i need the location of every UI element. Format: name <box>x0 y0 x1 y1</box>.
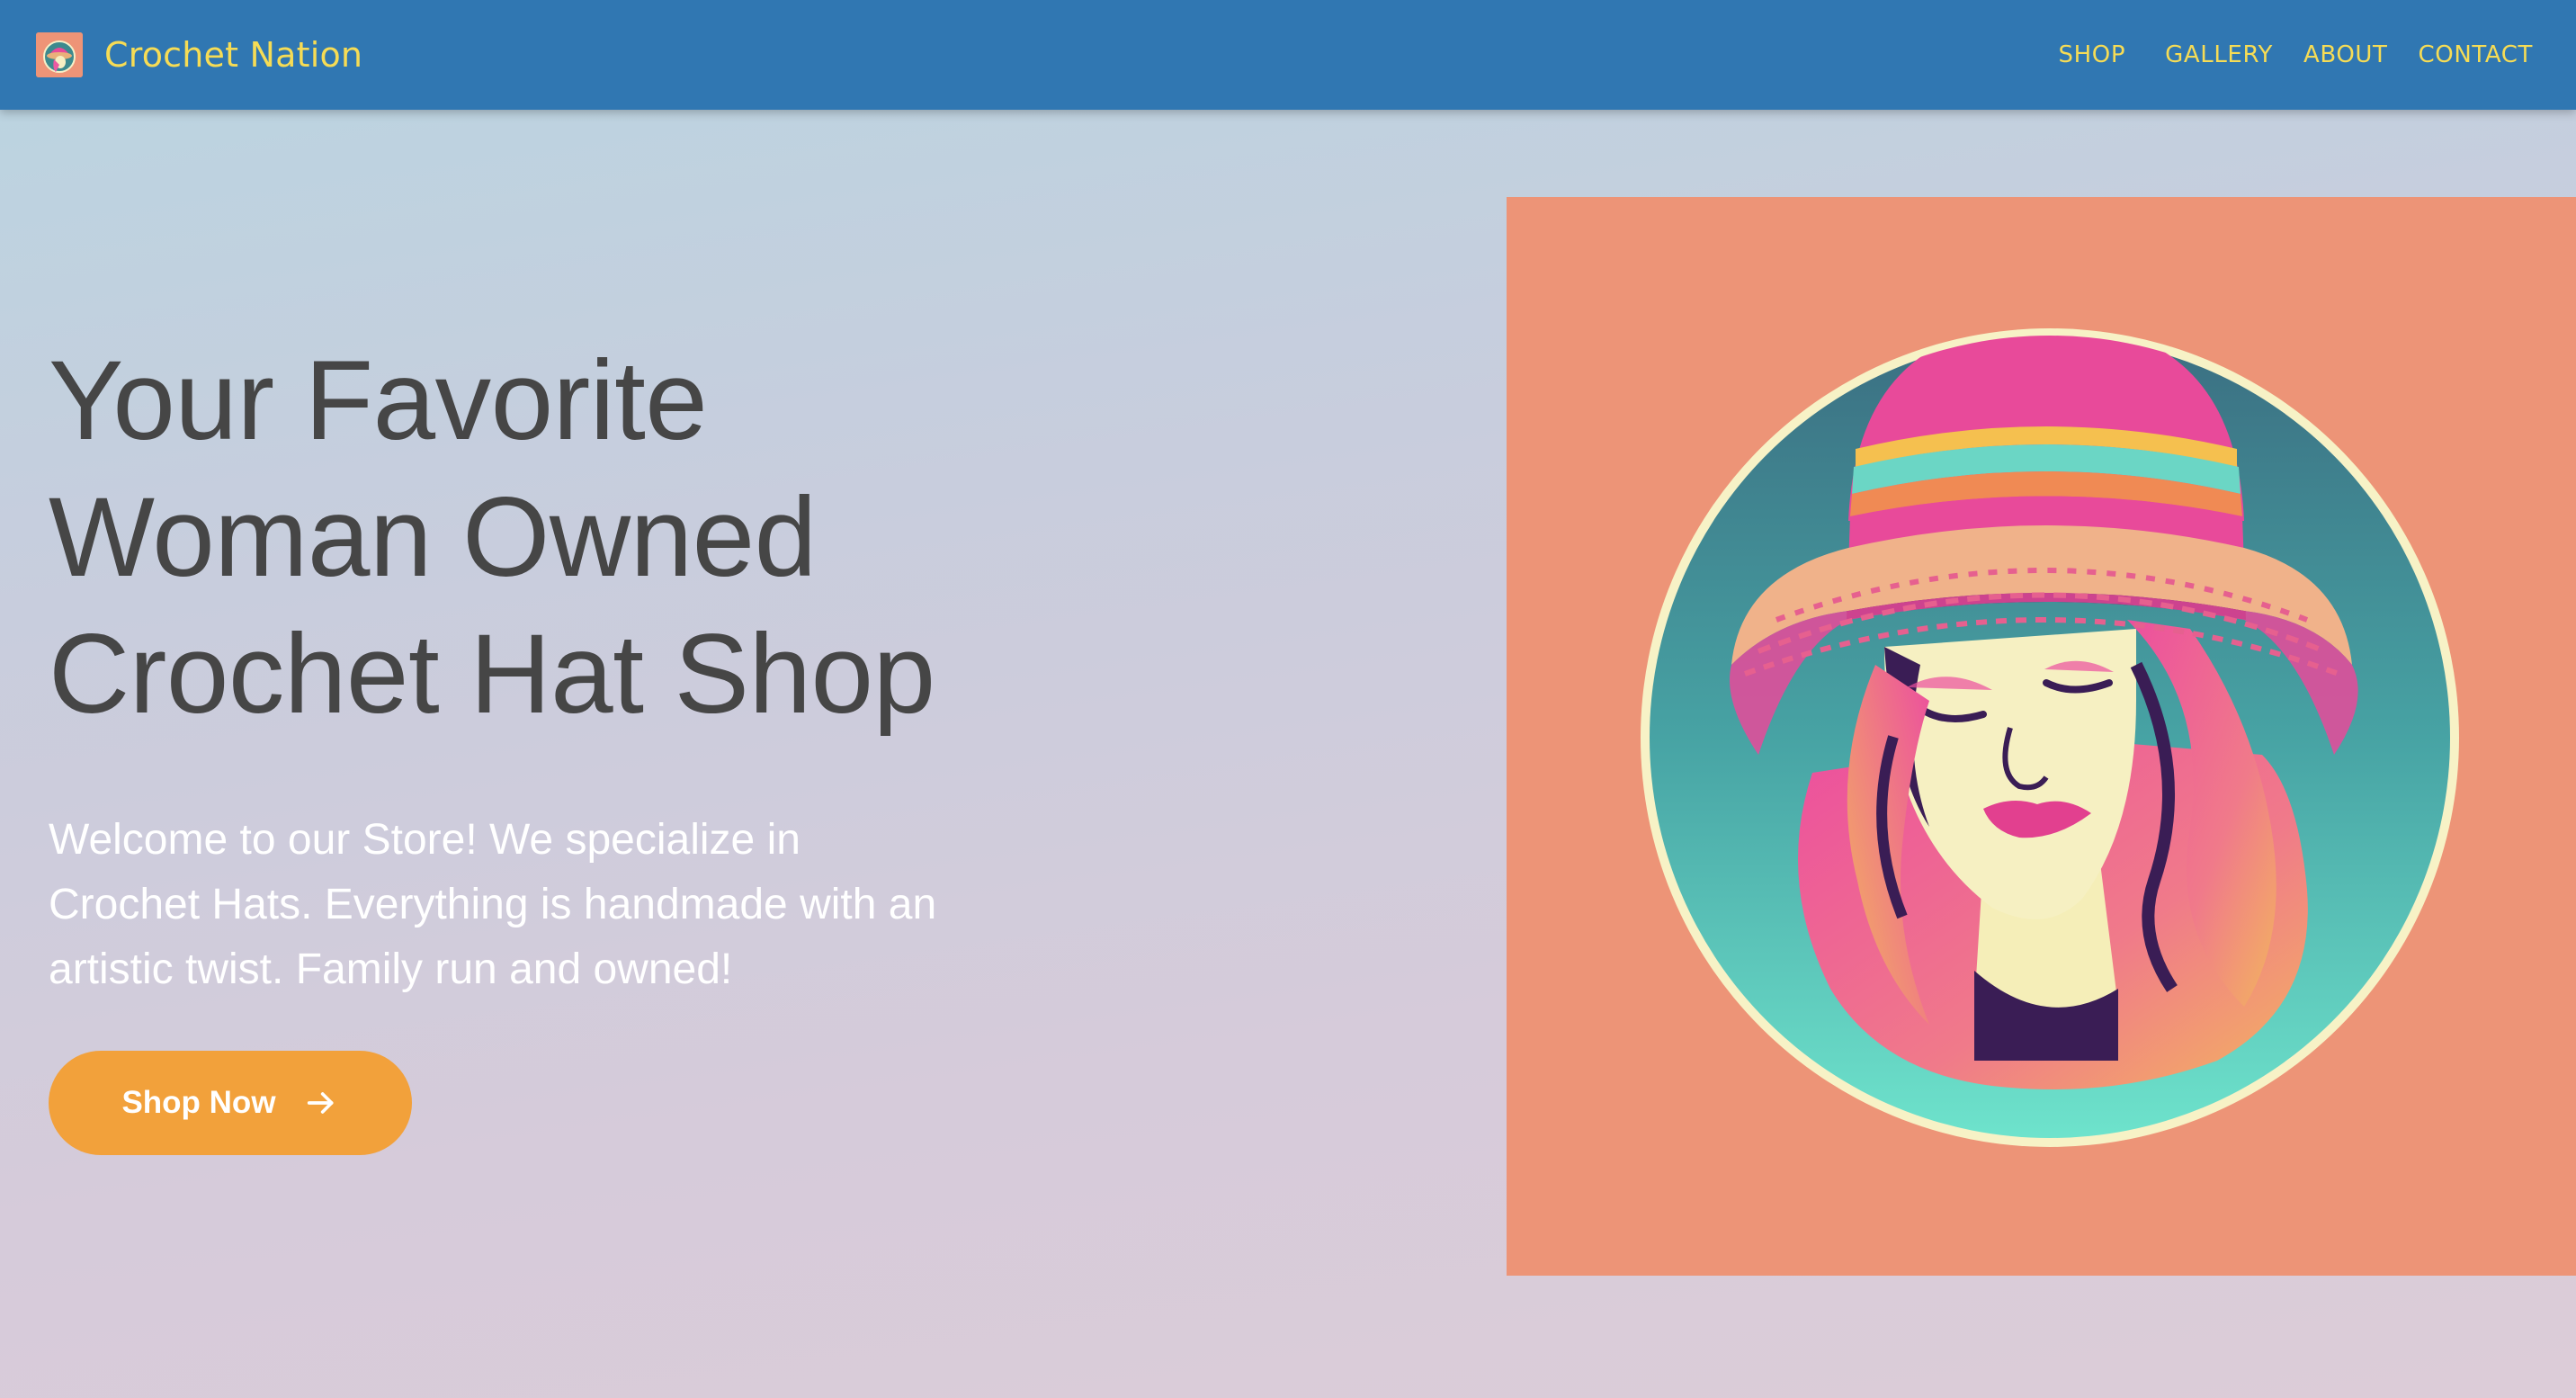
hero-title-line: Crochet Hat Shop <box>49 612 935 737</box>
arrow-right-icon <box>303 1085 339 1121</box>
hero-title-line: Woman Owned <box>49 475 817 600</box>
nav-link-shop[interactable]: SHOP <box>2059 38 2126 72</box>
shop-now-label: Shop Now <box>121 1085 276 1120</box>
brand-name[interactable]: Crochet Nation <box>104 35 362 75</box>
brand-logo-icon[interactable] <box>36 32 83 77</box>
brand[interactable]: Crochet Nation <box>36 32 362 77</box>
hero-title: Your Favorite Woman Owned Crochet Hat Sh… <box>49 333 1056 743</box>
shop-now-button[interactable]: Shop Now <box>49 1051 412 1155</box>
hero-title-line: Your Favorite <box>49 338 708 463</box>
hero-description: Welcome to our Store! We specialize in C… <box>49 816 937 993</box>
nav-link-contact[interactable]: CONTACT <box>2419 38 2534 72</box>
nav-link-gallery[interactable]: GALLERY <box>2165 38 2273 72</box>
nav-link-about[interactable]: ABOUT <box>2303 38 2388 72</box>
top-navbar: Crochet Nation SHOP GALLERY ABOUT CONTAC… <box>0 0 2576 110</box>
woman-in-crochet-hat-illustration <box>1507 197 2576 1276</box>
hero-section: Your Favorite Woman Owned Crochet Hat Sh… <box>49 333 1056 1155</box>
hero-image <box>1507 197 2576 1276</box>
main-nav: SHOP GALLERY ABOUT CONTACT <box>2059 38 2533 72</box>
